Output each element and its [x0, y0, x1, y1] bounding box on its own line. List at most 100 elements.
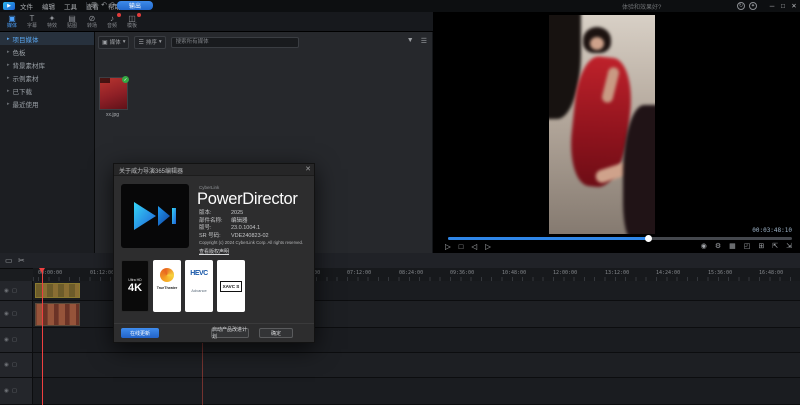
- media-item[interactable]: ✓ xx.jpg: [99, 77, 126, 119]
- ruler-label: 10:48:00: [502, 270, 526, 276]
- playhead-handle-icon[interactable]: [39, 268, 45, 273]
- seek-knob[interactable]: [645, 235, 652, 242]
- pip-icon[interactable]: ⊞: [758, 242, 764, 250]
- media-thumbnail[interactable]: ✓: [99, 77, 128, 110]
- display-icon[interactable]: ▦: [729, 242, 736, 250]
- online-update-button[interactable]: 在线更新: [121, 328, 159, 338]
- crop-icon[interactable]: ◰: [744, 242, 751, 250]
- copyright-link[interactable]: 查看版权声明: [199, 248, 229, 255]
- about-dialog: 关于威力导演365编辑器 ✕ CyberLink PowerDirector: [113, 163, 315, 343]
- chevron-right-icon: ▸: [7, 88, 10, 94]
- snapshot-icon[interactable]: ◉: [701, 242, 707, 250]
- split-tool-icon[interactable]: ✂: [18, 256, 25, 265]
- close-button[interactable]: ✕: [788, 0, 800, 12]
- titlebar-hint: 体验和效果好?: [622, 2, 661, 11]
- sidebar-item-background-library[interactable]: ▸ 背景素材库: [0, 58, 94, 71]
- tab-templates[interactable]: ◫ 模板: [121, 13, 143, 30]
- new-badge: [137, 13, 141, 17]
- fullscreen-icon[interactable]: ⇲: [786, 242, 792, 250]
- track-lock-icon[interactable]: ▢: [12, 362, 17, 368]
- playhead[interactable]: [42, 268, 43, 405]
- track-enable-icon[interactable]: ◉: [4, 311, 9, 317]
- sidebar-item-recent[interactable]: ▸ 最近使用: [0, 97, 94, 110]
- tab-media[interactable]: ▣ 媒体: [1, 13, 23, 30]
- stop-icon[interactable]: □: [459, 242, 464, 251]
- tab-titles[interactable]: T 字幕: [21, 13, 43, 30]
- hevc-sub-label: Advance: [185, 288, 213, 293]
- sidebar-label: 最近使用: [13, 99, 39, 109]
- dialog-close-icon[interactable]: ✕: [305, 165, 311, 173]
- app-logo-icon: ▶: [3, 2, 15, 10]
- track-enable-icon[interactable]: ◉: [4, 288, 9, 294]
- track-enable-icon[interactable]: ◉: [4, 337, 9, 343]
- tab-stickers[interactable]: ▤ 贴图: [61, 13, 83, 30]
- chevron-down-icon: ▾: [159, 39, 162, 45]
- tab-transitions[interactable]: ⊘ 转场: [81, 13, 103, 30]
- next-frame-icon[interactable]: ▷: [485, 242, 491, 251]
- sort-dropdown[interactable]: ☰ 排序 ▾: [134, 36, 165, 49]
- title-bar: ▶ 文件 编辑 工具 查看 帮助 ⊞ ↶ ↷ 输出 体验和效果好? ↻ ✦ ─ …: [0, 0, 800, 12]
- transitions-icon: ⊘: [89, 15, 96, 23]
- chevron-right-icon: ▸: [7, 36, 10, 42]
- track-row[interactable]: ◉ ▢: [0, 353, 800, 378]
- sort-icon: ☰: [138, 39, 143, 46]
- filter-funnel-icon[interactable]: ▼: [407, 37, 414, 45]
- ruler-label: 12:00:00: [553, 270, 577, 276]
- improvement-program-button[interactable]: 启动产品改进计划: [211, 328, 249, 338]
- track-lock-icon[interactable]: ▢: [12, 288, 17, 294]
- info-value: VDE240823-02: [231, 233, 269, 239]
- sync-icon[interactable]: ↻: [737, 2, 745, 10]
- info-value: 编辑器: [231, 218, 248, 224]
- resize-icon[interactable]: ⇱: [772, 242, 778, 250]
- sidebar-item-color-boards[interactable]: ▸ 色板: [0, 45, 94, 58]
- info-row: SR 号码:VDE240823-02: [199, 233, 269, 241]
- dialog-footer: 在线更新 启动产品改进计划 确定: [114, 323, 314, 342]
- check-icon: ✓: [122, 76, 129, 83]
- track-lock-icon[interactable]: ▢: [12, 388, 17, 394]
- media-filter-icon: ▣: [102, 39, 108, 46]
- produce-button[interactable]: 输出: [117, 1, 153, 10]
- track-row[interactable]: ◉ ▢: [0, 378, 800, 405]
- copyright-text: Copyright (c) 2024 CyberLink Corp. All r…: [199, 240, 303, 245]
- menu-file[interactable]: 文件: [20, 1, 33, 11]
- audio-icon: ♪: [110, 15, 114, 23]
- account-icon[interactable]: ✦: [749, 2, 757, 10]
- track-enable-icon[interactable]: ◉: [4, 362, 9, 368]
- sidebar-label: 色板: [13, 47, 26, 57]
- seek-bar[interactable]: [448, 237, 792, 240]
- tab-templates-label: 模板: [127, 24, 137, 29]
- settings-gear-icon[interactable]: ⚙: [715, 242, 721, 250]
- sidebar-item-downloaded[interactable]: ▸ 已下载: [0, 84, 94, 97]
- track-header[interactable]: ◉ ▢: [0, 378, 33, 404]
- info-label: 版号:: [199, 225, 231, 233]
- library-menu-icon[interactable]: ☰: [421, 37, 427, 45]
- tab-titles-label: 字幕: [27, 24, 37, 29]
- plugin-icon[interactable]: ⊞: [89, 1, 99, 9]
- track-header[interactable]: ◉ ▢: [0, 301, 33, 327]
- search-input[interactable]: [171, 37, 299, 48]
- tab-effects[interactable]: ✦ 特效: [41, 13, 63, 30]
- select-tool-icon[interactable]: ▭: [5, 256, 13, 265]
- truetheater-fan-icon: [160, 268, 174, 282]
- chevron-right-icon: ▸: [7, 75, 10, 81]
- menu-edit[interactable]: 编辑: [42, 1, 55, 11]
- tab-audio[interactable]: ♪ 音频: [101, 13, 123, 30]
- track-header[interactable]: ◉ ▢: [0, 281, 33, 300]
- powerdirector-logo-icon: [132, 198, 178, 234]
- previous-frame-icon[interactable]: ◁: [471, 242, 477, 251]
- sidebar-item-project-media[interactable]: ▸ 项目媒体: [0, 32, 94, 45]
- play-icon[interactable]: ▷: [445, 242, 451, 251]
- track-header[interactable]: ◉ ▢: [0, 328, 33, 352]
- media-filter-dropdown[interactable]: ▣ 媒体 ▾: [98, 36, 129, 49]
- track-lock-icon[interactable]: ▢: [12, 337, 17, 343]
- track-header[interactable]: ◉ ▢: [0, 353, 33, 377]
- menu-tools[interactable]: 工具: [64, 1, 77, 11]
- track-lock-icon[interactable]: ▢: [12, 311, 17, 317]
- sidebar-item-sample-media[interactable]: ▸ 示例素材: [0, 71, 94, 84]
- truetheater-label: TrueTheater: [153, 286, 181, 290]
- timeline-marker: [202, 341, 203, 405]
- ok-button[interactable]: 确定: [259, 328, 293, 338]
- templates-icon: ◫: [128, 15, 136, 23]
- track-enable-icon[interactable]: ◉: [4, 388, 9, 394]
- ultra-hd-4k-badge: Ultra HD 4K: [121, 260, 149, 312]
